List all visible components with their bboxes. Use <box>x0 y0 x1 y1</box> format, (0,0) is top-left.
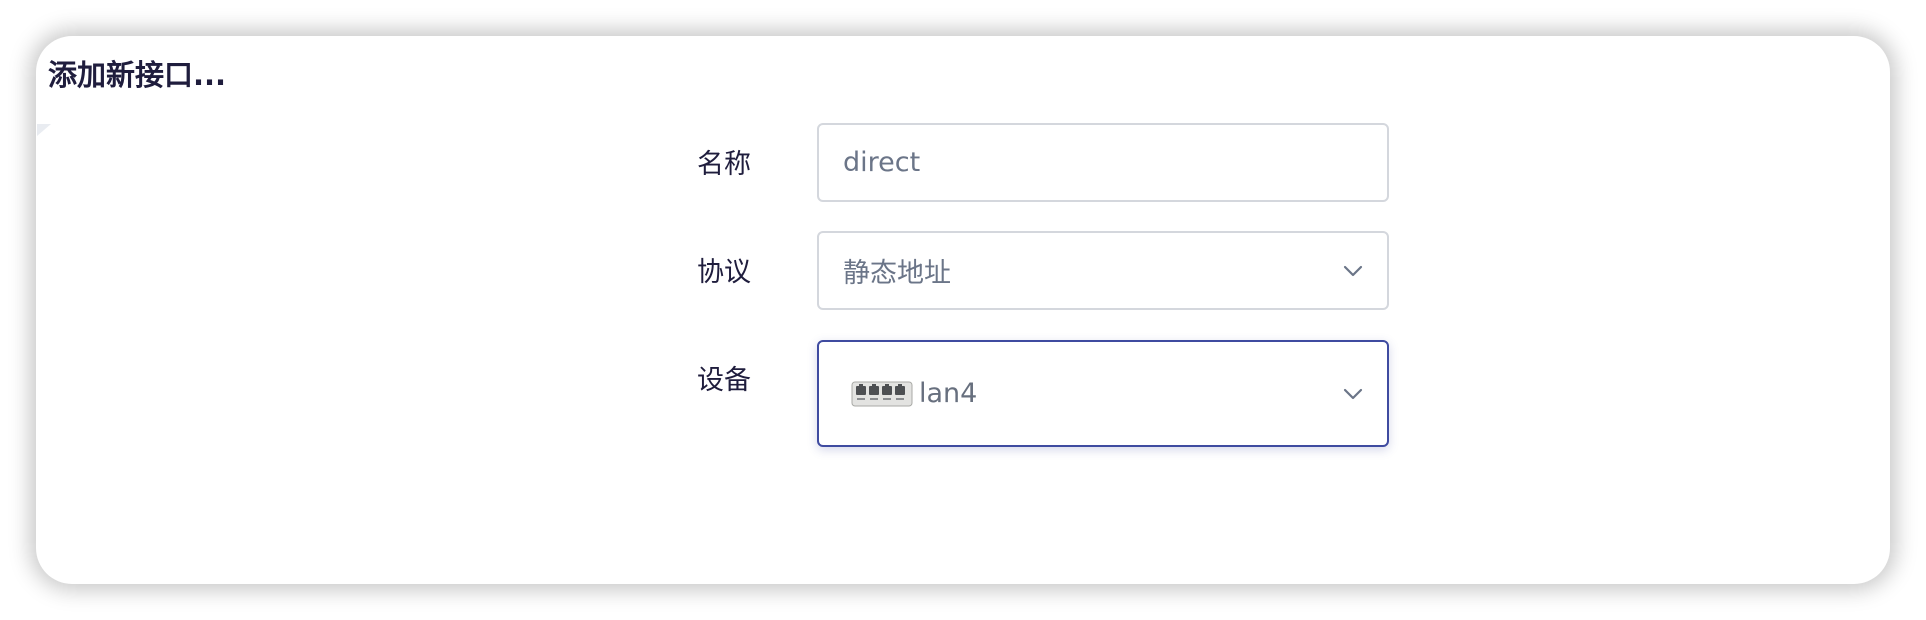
name-label: 名称 <box>697 149 751 180</box>
name-placeholder: direct <box>843 147 921 178</box>
device-selected-value: lan4 <box>919 378 978 409</box>
device-select[interactable]: lan4 <box>817 340 1389 447</box>
chevron-down-icon <box>1343 388 1363 399</box>
name-input[interactable]: direct <box>817 123 1389 202</box>
chevron-down-icon <box>1343 265 1363 276</box>
device-label: 设备 <box>697 365 751 396</box>
protocol-selected-value: 静态地址 <box>843 258 951 289</box>
dialog-title: 添加新接口... <box>48 58 227 92</box>
protocol-select[interactable]: 静态地址 <box>817 231 1389 310</box>
add-interface-dialog: 添加新接口... 名称 direct 协议 静态地址 设备 lan4 <box>36 36 1890 584</box>
corner-decoration <box>37 124 51 136</box>
protocol-label: 协议 <box>697 257 751 288</box>
ethernet-ports-icon <box>851 381 913 406</box>
